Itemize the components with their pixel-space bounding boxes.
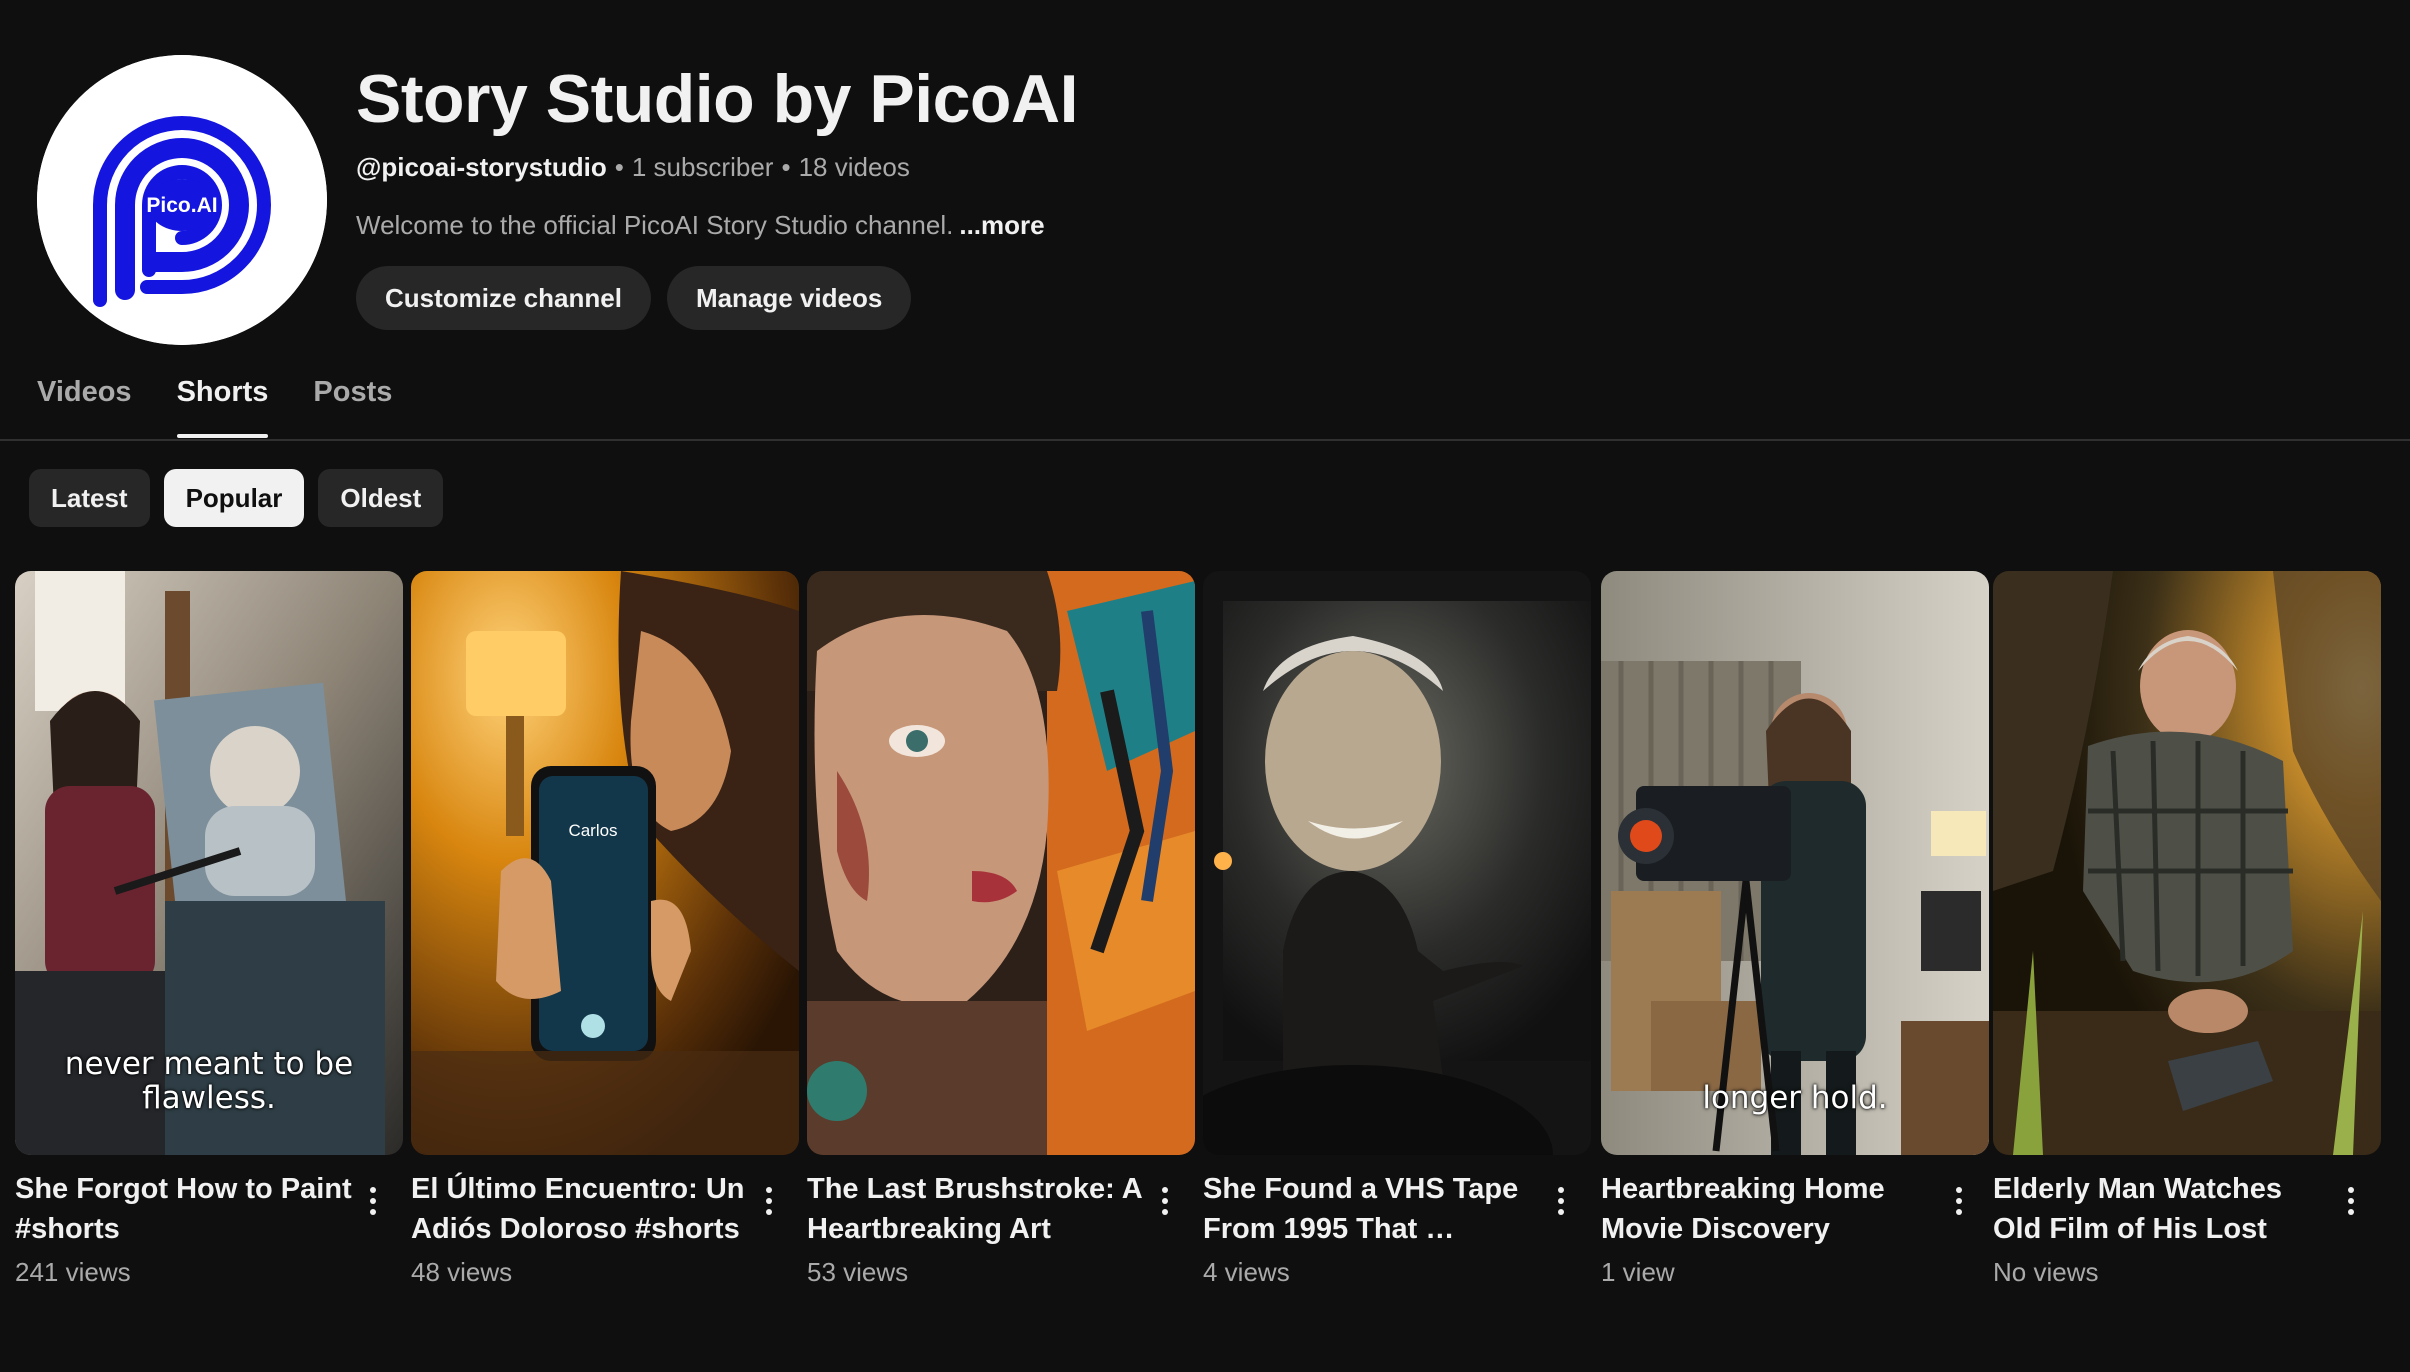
tab-shorts[interactable]: Shorts bbox=[176, 362, 268, 438]
short-thumbnail[interactable] bbox=[807, 571, 1195, 1155]
shorts-grid: never meant to be flawless. She Forgot H… bbox=[15, 571, 2395, 1291]
more-link[interactable]: ...more bbox=[959, 210, 1044, 240]
short-views: 4 views bbox=[1203, 1257, 1290, 1287]
short-card: The Last Brushstroke: A Heartbreaking Ar… bbox=[807, 571, 1195, 1288]
channel-actions: Customize channel Manage videos bbox=[356, 266, 912, 330]
kebab-vertical-icon[interactable] bbox=[2339, 1179, 2363, 1223]
kebab-vertical-icon[interactable] bbox=[1153, 1179, 1177, 1223]
short-thumbnail[interactable]: Carlos bbox=[411, 571, 799, 1155]
subscriber-count: 1 subscriber bbox=[631, 152, 774, 182]
kebab-vertical-icon[interactable] bbox=[1947, 1179, 1971, 1223]
manage-videos-button[interactable]: Manage videos bbox=[666, 266, 912, 330]
home-movie-camera-thumbnail-image bbox=[1601, 571, 1989, 1155]
video-count: 18 videos bbox=[798, 152, 910, 182]
short-thumbnail[interactable]: longer hold. bbox=[1601, 571, 1989, 1155]
channel-handle[interactable]: @picoai-storystudio bbox=[356, 152, 607, 182]
customize-channel-button[interactable]: Customize channel bbox=[356, 266, 651, 330]
short-card: Elderly Man Watches Old Film of His Lost… bbox=[1993, 571, 2381, 1288]
short-views: 48 views bbox=[411, 1257, 513, 1287]
short-card: Carlos El Último Encuentro: Un Adiós Dol… bbox=[411, 571, 799, 1288]
chip-popular[interactable]: Popular bbox=[163, 469, 305, 527]
short-title[interactable]: She Forgot How to Paint #shorts bbox=[15, 1169, 355, 1249]
short-title[interactable]: Heartbreaking Home Movie Discovery #shor… bbox=[1601, 1169, 1941, 1249]
short-thumbnail[interactable]: never meant to be flawless. bbox=[15, 571, 403, 1155]
short-title[interactable]: The Last Brushstroke: A Heartbreaking Ar… bbox=[807, 1169, 1147, 1249]
channel-avatar[interactable]: Pico.AI bbox=[37, 55, 327, 345]
tab-videos[interactable]: Videos bbox=[37, 362, 132, 438]
picoai-logo-icon: Pico.AI bbox=[37, 55, 327, 345]
sort-chips: Latest Popular Oldest bbox=[29, 469, 444, 527]
channel-tabs: Videos Shorts Posts bbox=[37, 362, 392, 438]
short-card: She Found a VHS Tape From 1995 That … 4 … bbox=[1203, 571, 1591, 1288]
short-caption: longer hold. bbox=[1702, 1080, 1888, 1116]
kebab-vertical-icon[interactable] bbox=[1549, 1179, 1573, 1223]
channel-description[interactable]: Welcome to the official PicoAI Story Stu… bbox=[356, 210, 1045, 241]
kebab-vertical-icon[interactable] bbox=[361, 1179, 385, 1223]
short-title[interactable]: Elderly Man Watches Old Film of His Lost… bbox=[1993, 1169, 2333, 1249]
svg-text:Pico.AI: Pico.AI bbox=[146, 194, 217, 217]
artist-closeup-thumbnail-image bbox=[807, 571, 1195, 1155]
short-views: 241 views bbox=[15, 1257, 131, 1287]
svg-text:Carlos: Carlos bbox=[568, 821, 617, 840]
short-caption: never meant to be flawless. bbox=[64, 1046, 354, 1116]
channel-header: Pico.AI Story Studio by PicoAI @picoai-s… bbox=[0, 0, 2410, 360]
chip-latest[interactable]: Latest bbox=[29, 469, 150, 527]
short-title[interactable]: El Último Encuentro: Un Adiós Doloroso #… bbox=[411, 1169, 751, 1249]
short-thumbnail[interactable] bbox=[1203, 571, 1591, 1155]
channel-meta: @picoai-storystudio • 1 subscriber • 18 vide… bbox=[356, 152, 910, 182]
chip-oldest[interactable]: Oldest bbox=[318, 469, 444, 527]
short-card: never meant to be flawless. She Forgot H… bbox=[15, 571, 403, 1288]
tab-posts[interactable]: Posts bbox=[313, 362, 392, 438]
elderly-man-thumbnail-image bbox=[1993, 571, 2381, 1155]
short-views: No views bbox=[1993, 1257, 2099, 1287]
short-views: 1 view bbox=[1601, 1257, 1675, 1287]
channel-name: Story Studio by PicoAI bbox=[356, 61, 1078, 137]
description-text: Welcome to the official PicoAI Story Stu… bbox=[356, 210, 954, 240]
short-title[interactable]: She Found a VHS Tape From 1995 That … bbox=[1203, 1169, 1543, 1249]
short-views: 53 views bbox=[807, 1257, 909, 1287]
phone-call-thumbnail-image: Carlos bbox=[411, 571, 799, 1155]
tabs-divider bbox=[0, 439, 2410, 441]
vhs-projection-thumbnail-image bbox=[1203, 571, 1591, 1155]
short-thumbnail[interactable] bbox=[1993, 571, 2381, 1155]
kebab-vertical-icon[interactable] bbox=[757, 1179, 781, 1223]
short-card: longer hold. Heartbreaking Home Movie Di… bbox=[1601, 571, 1989, 1288]
